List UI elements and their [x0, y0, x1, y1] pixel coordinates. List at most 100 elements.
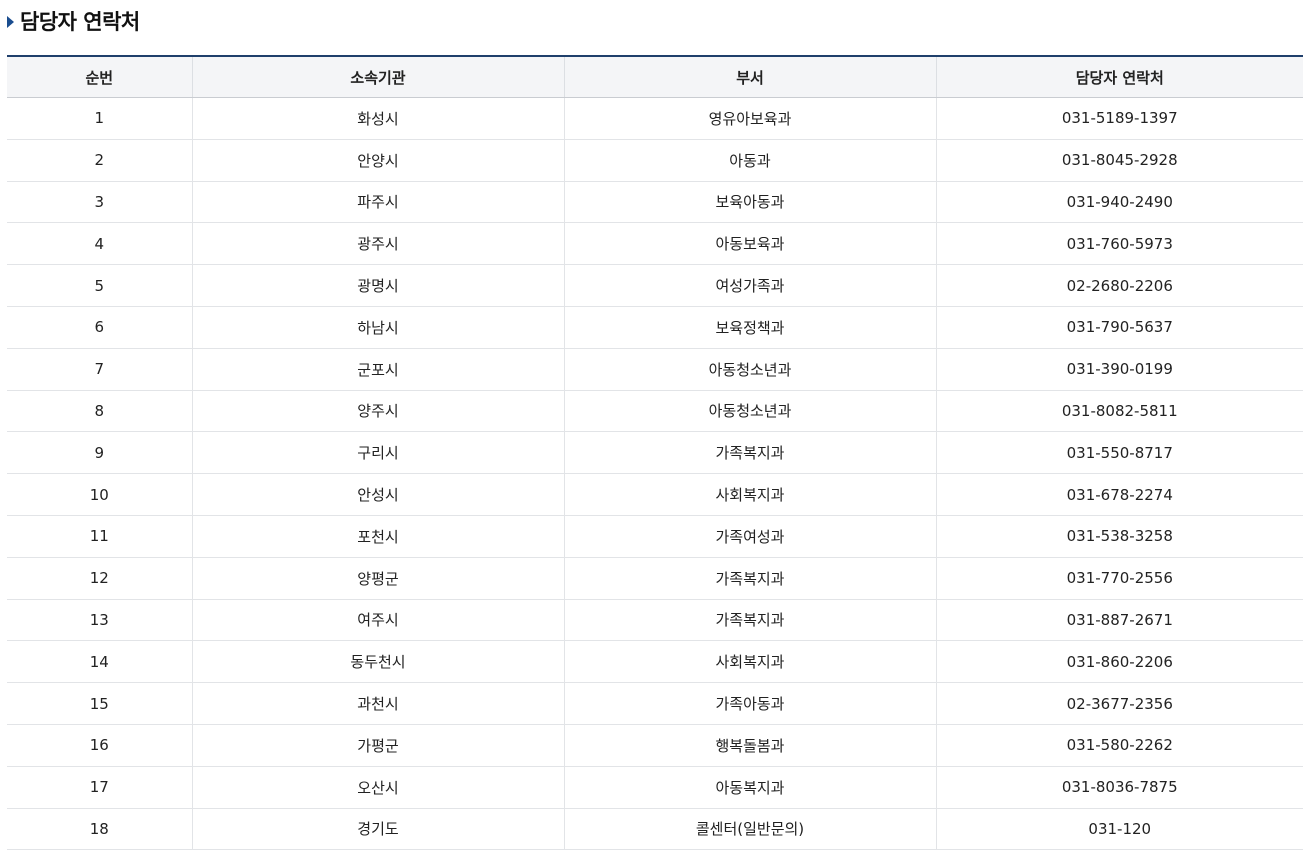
cell-no: 7 [7, 348, 192, 391]
cell-org: 하남시 [191, 306, 564, 349]
cell-no: 11 [7, 515, 192, 558]
table-row: 12 양평군 가족복지과 031-770-2556 [7, 557, 1303, 600]
cell-org: 양평군 [191, 557, 564, 600]
cell-org: 오산시 [191, 766, 564, 809]
cell-dept: 가족여성과 [563, 515, 936, 558]
cell-dept: 아동보육과 [563, 222, 936, 266]
triangle-bullet-icon [7, 16, 14, 28]
cell-org: 화성시 [191, 97, 564, 140]
table-row: 4 광주시 아동보육과 031-760-5973 [7, 222, 1303, 266]
cell-no: 2 [7, 139, 192, 182]
cell-org: 포천시 [191, 515, 564, 558]
header-phone: 담당자 연락처 [935, 56, 1303, 98]
table-row: 17 오산시 아동복지과 031-8036-7875 [7, 766, 1303, 809]
cell-phone: 031-120 [935, 808, 1303, 850]
cell-phone: 02-3677-2356 [935, 682, 1303, 725]
cell-no: 16 [7, 724, 192, 767]
cell-no: 5 [7, 264, 192, 307]
cell-org: 파주시 [191, 181, 564, 224]
table-row: 11 포천시 가족여성과 031-538-3258 [7, 515, 1303, 558]
cell-org: 안양시 [191, 139, 564, 182]
cell-no: 1 [7, 97, 192, 140]
cell-no: 6 [7, 306, 192, 349]
cell-org: 과천시 [191, 682, 564, 725]
cell-org: 여주시 [191, 599, 564, 642]
cell-phone: 031-8045-2928 [935, 139, 1303, 182]
cell-dept: 사회복지과 [563, 640, 936, 684]
cell-no: 13 [7, 599, 192, 642]
cell-phone: 031-940-2490 [935, 181, 1303, 224]
table-row: 1 화성시 영유아보육과 031-5189-1397 [7, 97, 1303, 140]
cell-dept: 사회복지과 [563, 473, 936, 516]
cell-phone: 031-8036-7875 [935, 766, 1303, 809]
cell-dept: 영유아보육과 [563, 97, 936, 140]
cell-org: 동두천시 [191, 640, 564, 684]
cell-no: 17 [7, 766, 192, 809]
table-row: 14 동두천시 사회복지과 031-860-2206 [7, 640, 1303, 684]
table-row: 2 안양시 아동과 031-8045-2928 [7, 139, 1303, 182]
cell-dept: 아동복지과 [563, 766, 936, 809]
contact-table: 순번 소속기관 부서 담당자 연락처 1 화성시 영유아보육과 031-5189-13… [7, 55, 1303, 850]
table-row: 10 안성시 사회복지과 031-678-2274 [7, 473, 1303, 516]
table-row: 5 광명시 여성가족과 02-2680-2206 [7, 264, 1303, 307]
table-row: 8 양주시 아동청소년과 031-8082-5811 [7, 390, 1303, 433]
cell-dept: 가족복지과 [563, 431, 936, 475]
cell-org: 경기도 [191, 808, 564, 850]
cell-phone: 02-2680-2206 [935, 264, 1303, 307]
cell-phone: 031-678-2274 [935, 473, 1303, 516]
cell-dept: 가족아동과 [563, 682, 936, 725]
table-row: 6 하남시 보육정책과 031-790-5637 [7, 306, 1303, 349]
cell-org: 가평군 [191, 724, 564, 767]
table-row: 9 구리시 가족복지과 031-550-8717 [7, 431, 1303, 475]
cell-dept: 가족복지과 [563, 599, 936, 642]
cell-dept: 여성가족과 [563, 264, 936, 307]
header-no: 순번 [7, 56, 192, 98]
cell-no: 9 [7, 431, 192, 475]
table-row: 15 과천시 가족아동과 02-3677-2356 [7, 682, 1303, 725]
cell-dept: 가족복지과 [563, 557, 936, 600]
cell-phone: 031-860-2206 [935, 640, 1303, 684]
page-title: 담당자 연락처 [20, 10, 140, 34]
table-row: 7 군포시 아동청소년과 031-390-0199 [7, 348, 1303, 391]
cell-phone: 031-538-3258 [935, 515, 1303, 558]
cell-phone: 031-8082-5811 [935, 390, 1303, 433]
cell-no: 3 [7, 181, 192, 224]
cell-org: 군포시 [191, 348, 564, 391]
cell-phone: 031-760-5973 [935, 222, 1303, 266]
cell-org: 안성시 [191, 473, 564, 516]
cell-phone: 031-887-2671 [935, 599, 1303, 642]
cell-phone: 031-5189-1397 [935, 97, 1303, 140]
cell-no: 18 [7, 808, 192, 850]
cell-phone: 031-550-8717 [935, 431, 1303, 475]
cell-no: 8 [7, 390, 192, 433]
cell-no: 10 [7, 473, 192, 516]
table-row: 13 여주시 가족복지과 031-887-2671 [7, 599, 1303, 642]
cell-org: 광주시 [191, 222, 564, 266]
cell-dept: 아동청소년과 [563, 390, 936, 433]
header-org: 소속기관 [191, 56, 564, 98]
table-row: 16 가평군 행복돌봄과 031-580-2262 [7, 724, 1303, 767]
table-body: 1 화성시 영유아보육과 031-5189-1397 2 안양시 아동과 031-8045-2… [7, 97, 1303, 850]
table-header-row: 순번 소속기관 부서 담당자 연락처 [7, 56, 1303, 98]
cell-no: 4 [7, 222, 192, 266]
cell-org: 양주시 [191, 390, 564, 433]
header-dept: 부서 [563, 56, 936, 98]
cell-phone: 031-390-0199 [935, 348, 1303, 391]
cell-phone: 031-580-2262 [935, 724, 1303, 767]
page-heading: 담당자 연락처 [7, 6, 140, 36]
table-row: 3 파주시 보육아동과 031-940-2490 [7, 181, 1303, 224]
cell-no: 14 [7, 640, 192, 684]
cell-dept: 보육정책과 [563, 306, 936, 349]
table-row: 18 경기도 콜센터(일반문의) 031-120 [7, 808, 1303, 850]
cell-dept: 아동청소년과 [563, 348, 936, 391]
cell-dept: 보육아동과 [563, 181, 936, 224]
cell-phone: 031-770-2556 [935, 557, 1303, 600]
cell-dept: 콜센터(일반문의) [563, 808, 936, 850]
cell-no: 12 [7, 557, 192, 600]
cell-org: 광명시 [191, 264, 564, 307]
cell-phone: 031-790-5637 [935, 306, 1303, 349]
cell-dept: 아동과 [563, 139, 936, 182]
cell-org: 구리시 [191, 431, 564, 475]
cell-no: 15 [7, 682, 192, 725]
cell-dept: 행복돌봄과 [563, 724, 936, 767]
